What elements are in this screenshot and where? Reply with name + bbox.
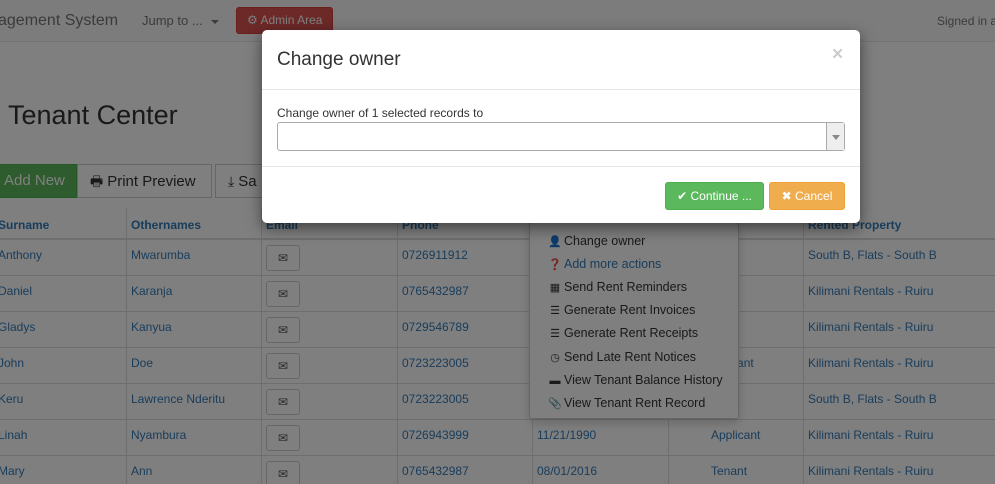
close-icon: ✖ — [781, 189, 792, 203]
chevron-down-icon[interactable] — [826, 123, 844, 150]
modal-footer: ✔ Continue ... ✖ Cancel — [262, 166, 860, 223]
modal-title: Change owner — [277, 49, 401, 70]
cancel-button[interactable]: ✖ Cancel — [769, 182, 845, 210]
owner-select[interactable] — [277, 122, 845, 151]
cancel-label: Cancel — [795, 189, 833, 203]
change-owner-modal: Change owner × Change owner of 1 selecte… — [262, 30, 860, 223]
owner-select-label: Change owner of 1 selected records to — [277, 106, 484, 120]
continue-button[interactable]: ✔ Continue ... — [665, 182, 764, 210]
check-icon: ✔ — [677, 189, 688, 203]
close-icon[interactable]: × — [832, 44, 843, 66]
continue-label: Continue ... — [690, 189, 752, 203]
modal-header: Change owner × — [262, 30, 860, 90]
